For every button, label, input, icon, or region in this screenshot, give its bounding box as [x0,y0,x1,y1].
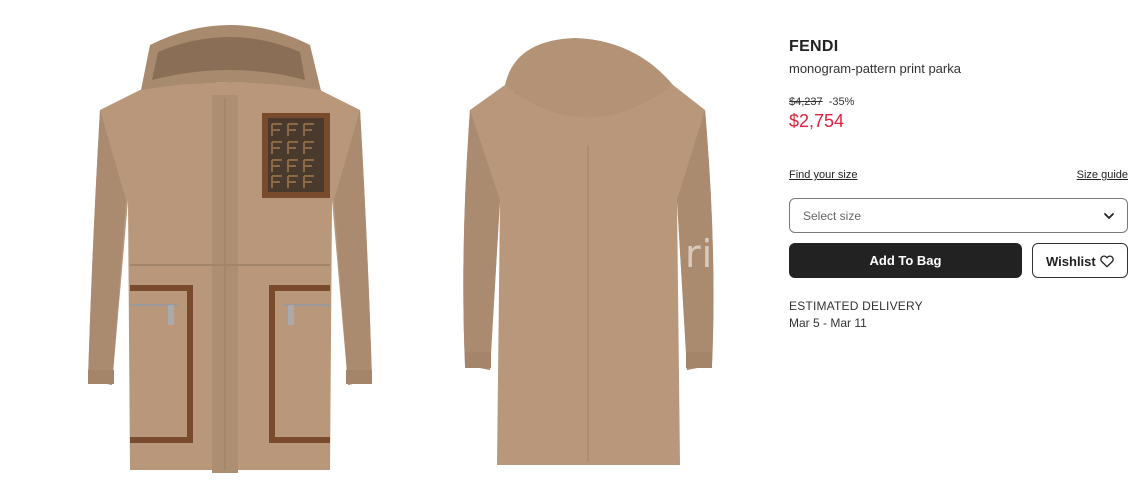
size-select-placeholder: Select size [803,209,862,223]
heart-icon [1100,255,1114,268]
wishlist-button[interactable]: Wishlist [1032,243,1128,278]
original-price: $4,237 [789,96,823,108]
discount-badge: -35% [828,96,855,108]
product-name: monogram-pattern print parka [789,61,961,76]
sale-price: $2,754 [789,111,845,131]
product-gallery: x rix [0,0,760,493]
size-guide-link[interactable]: Size guide [1077,169,1128,181]
brand-name[interactable]: FENDI [789,38,839,56]
estimated-delivery-heading: ESTIMATED DELIVERY [789,299,923,313]
product-image-front[interactable]: x [0,0,463,493]
add-to-bag-button[interactable]: Add To Bag [789,243,1022,278]
product-image-back[interactable]: rix [455,0,760,493]
wishlist-label: Wishlist [1046,254,1096,269]
product-page: x rix FENDI monogram-pattern print parka… [0,0,1145,493]
find-your-size-link[interactable]: Find your size [789,169,857,181]
chevron-down-icon [1104,213,1114,219]
estimated-delivery-dates: Mar 5 - Mar 11 [789,316,867,330]
size-links: Find your size Size guide [789,169,1128,185]
watermark-text: rix [685,232,737,276]
size-select[interactable]: Select size [789,198,1128,233]
price-row: $4,237 -35% [789,96,854,108]
parka-front-illustration [88,25,372,473]
